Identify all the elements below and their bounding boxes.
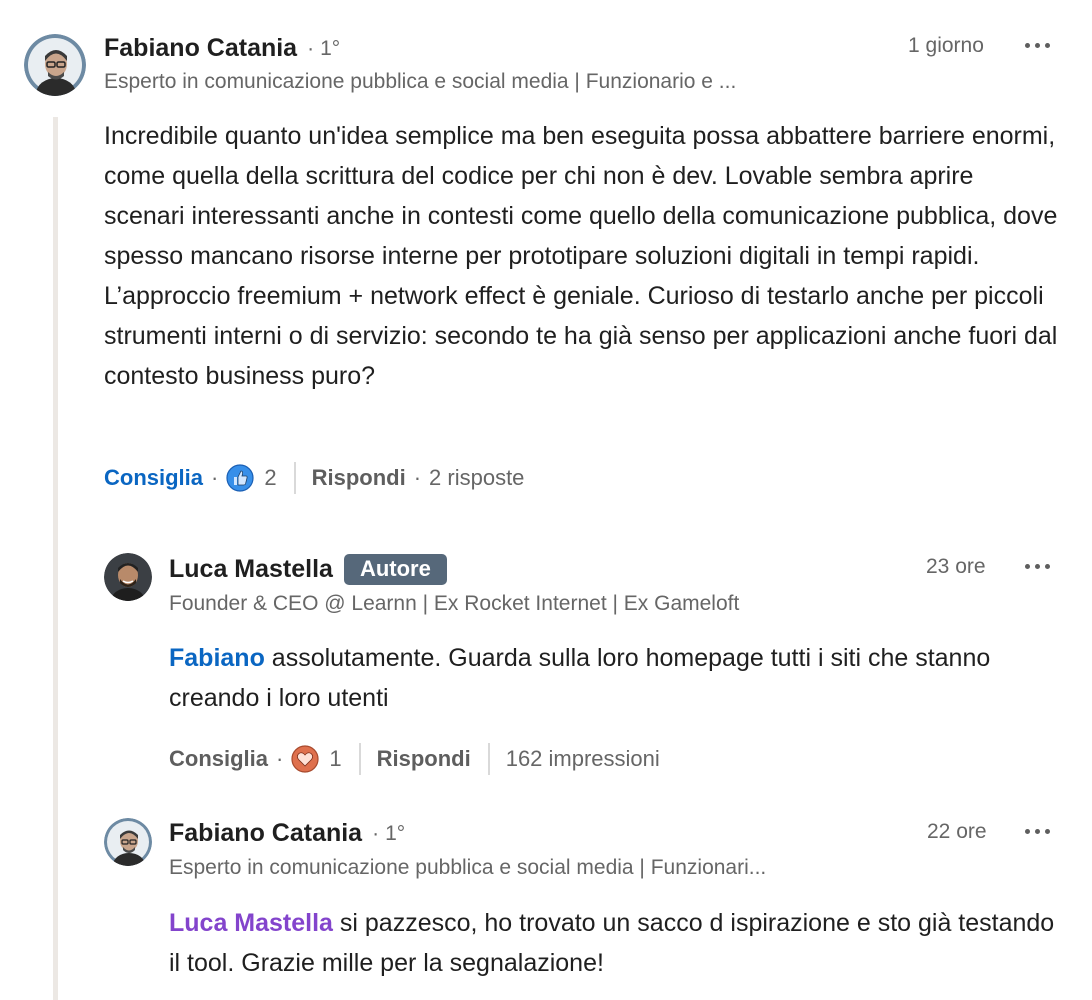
reply-comment: Fabiano Catania · 1° 22 ore Esperto in co… [0,805,1092,1000]
author-name[interactable]: Luca Mastella [169,555,333,584]
comment-text: Fabiano assolutamente. Guarda sulla loro… [169,638,1059,718]
reply-comment: Luca Mastella Autore 23 ore Founder & CE… [0,540,1092,780]
avatar[interactable] [24,34,86,96]
mention-link[interactable]: Luca Mastella [169,909,333,937]
reply-button[interactable]: Rispondi [312,465,406,491]
author-badge: Autore [343,554,447,585]
comment-actions: Consiglia · 1 Rispondi 162 impressioni [169,741,660,777]
more-options-icon[interactable] [1025,562,1055,572]
avatar[interactable] [104,553,152,601]
more-options-icon[interactable] [1025,41,1055,51]
comment-text: Luca Mastella si pazzesco, ho trovato un… [169,903,1059,983]
comment-time: 23 ore [926,555,986,578]
connection-degree: · 1° [372,821,406,845]
connection-degree: · 1° [307,36,341,60]
like-icon[interactable] [226,464,254,492]
author-headline: Founder & CEO @ Learnn | Ex Rocket Inter… [169,592,740,615]
love-icon[interactable] [291,745,319,773]
reaction-count[interactable]: 2 [264,465,276,491]
comment-body: assolutamente. Guarda sulla loro homepag… [169,644,991,712]
author-headline: Esperto in comunicazione pubblica e soci… [169,856,767,879]
reply-button[interactable]: Rispondi [377,746,471,772]
author-name[interactable]: Fabiano Catania [169,819,362,848]
author-name[interactable]: Fabiano Catania [104,34,297,63]
more-options-icon[interactable] [1025,827,1055,837]
divider [358,743,361,775]
comment-text: Incredibile quanto un'idea semplice ma b… [104,122,1058,390]
comment: Fabiano Catania · 1° 1 giorno Esperto in … [0,0,1092,500]
comment-actions: Consiglia · 2 Rispondi · 2 risposte [104,460,524,496]
comment-time: 22 ore [927,820,987,843]
replies-count[interactable]: 2 risposte [429,465,524,491]
impressions-count[interactable]: 162 impressioni [506,746,660,772]
mention-link[interactable]: Fabiano [169,644,265,672]
reaction-count[interactable]: 1 [329,746,341,772]
divider [293,462,296,494]
avatar[interactable] [104,818,152,866]
comment-time: 1 giorno [908,34,984,57]
divider [487,743,490,775]
author-headline: Esperto in comunicazione pubblica e soci… [104,70,737,93]
like-button[interactable]: Consiglia [169,746,268,772]
like-button[interactable]: Consiglia [104,465,203,491]
